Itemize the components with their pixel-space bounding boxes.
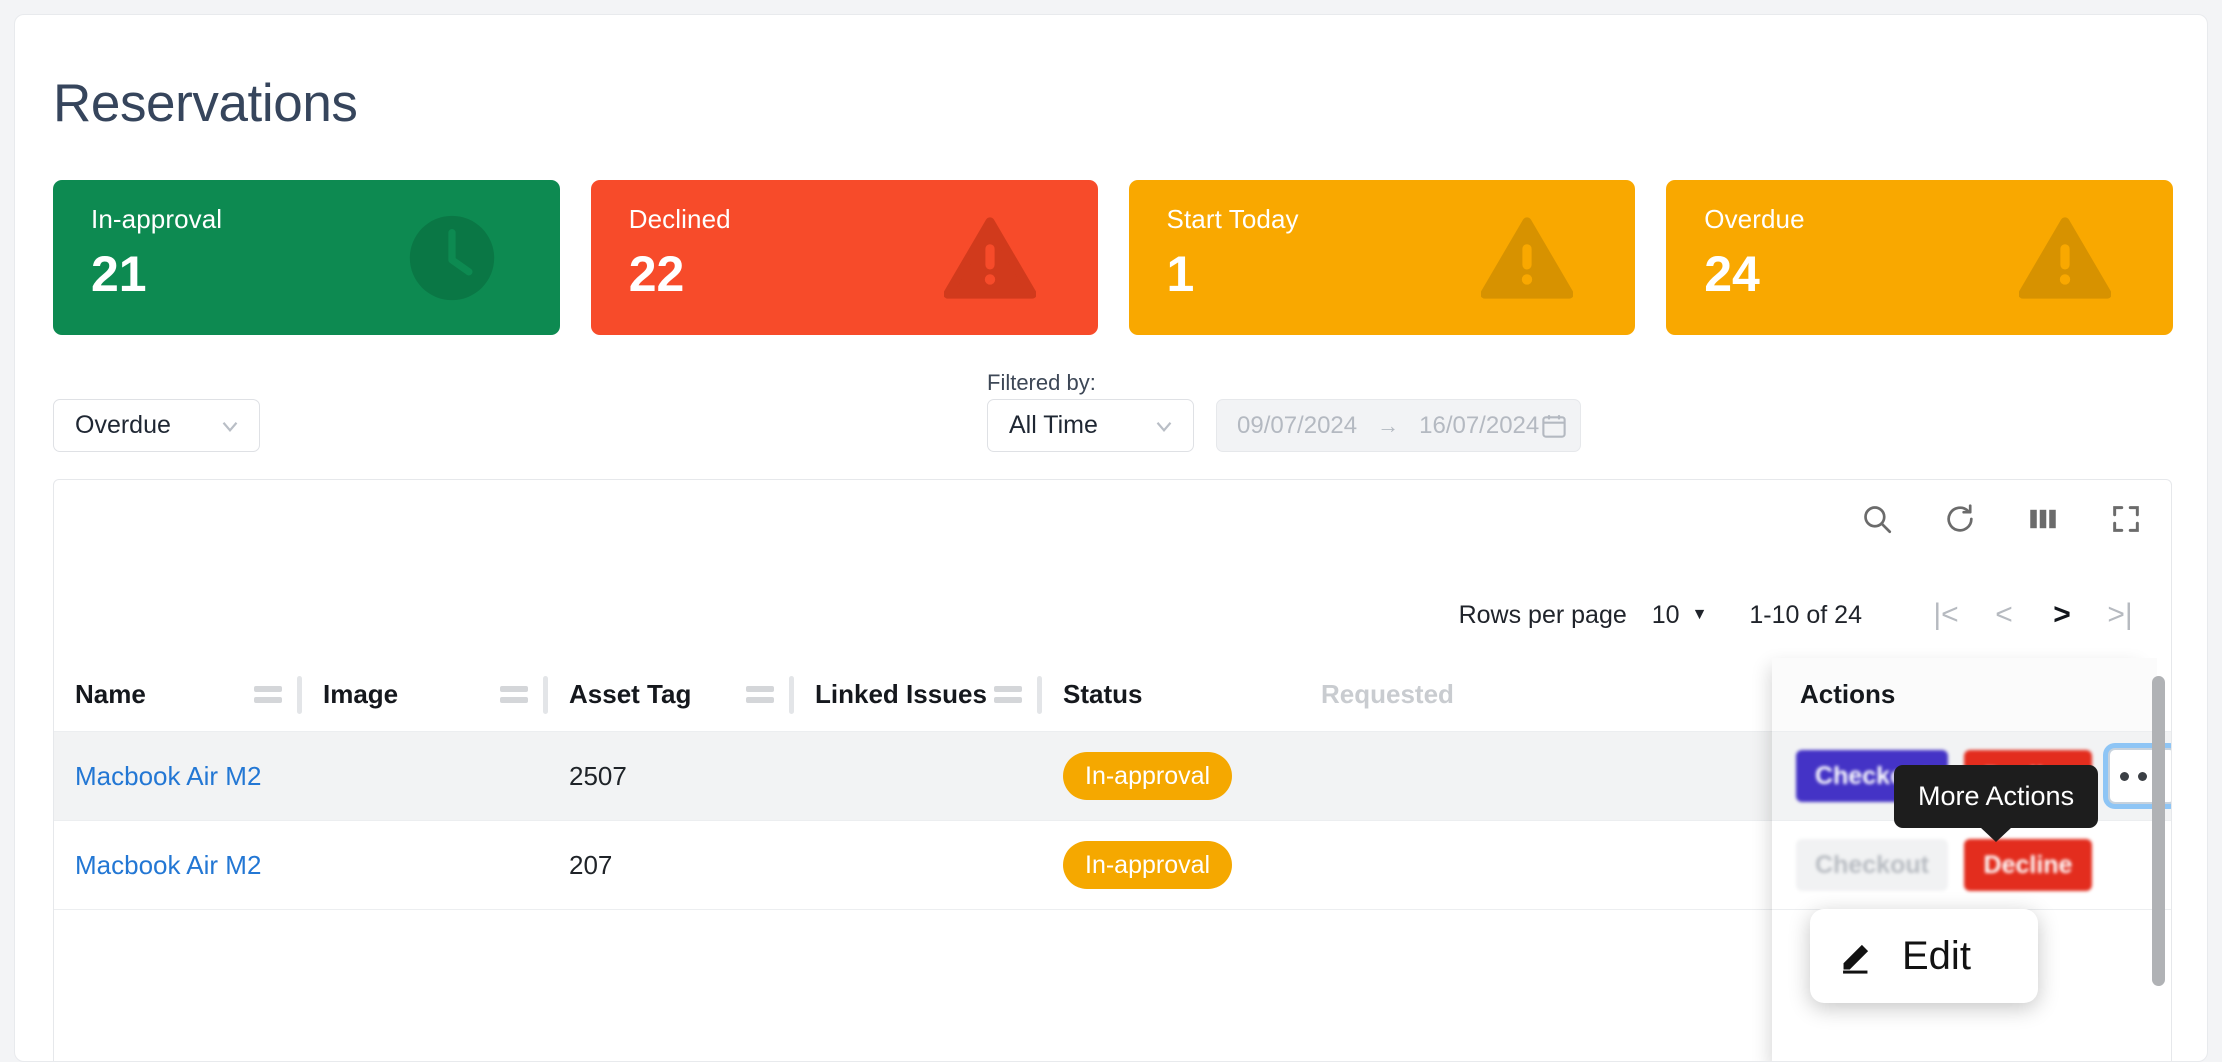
search-icon[interactable] — [1860, 502, 1894, 536]
column-header-status[interactable]: Status — [1042, 658, 1300, 731]
status-badge: In-approval — [1063, 752, 1232, 800]
column-header-image[interactable]: Image — [302, 658, 548, 731]
column-header-label: Status — [1063, 679, 1142, 710]
rows-per-page-label: Rows per page — [1459, 601, 1627, 630]
cell-asset-tag: 2507 — [548, 732, 794, 820]
cell-asset-tag: 207 — [548, 821, 794, 909]
table-vertical-scrollbar[interactable] — [2152, 666, 2165, 1062]
page-title: Reservations — [53, 77, 358, 130]
column-header-linked-issues[interactable]: Linked Issues — [794, 658, 1042, 731]
cell-status: In-approval — [1042, 732, 1300, 820]
pagination-bar: Rows per page 10 ▼ 1-10 of 24 |< < > >| — [1459, 592, 2149, 638]
cell-image — [302, 732, 548, 820]
prev-page-icon[interactable]: < — [1975, 592, 2033, 638]
time-filter-value: All Time — [1009, 411, 1098, 440]
status-filter-value: Overdue — [75, 411, 171, 440]
stat-card-overdue[interactable]: Overdue 24 — [1666, 180, 2173, 335]
column-header-label: Asset Tag — [569, 679, 691, 710]
refresh-icon[interactable] — [1943, 502, 1977, 536]
cell-image — [302, 821, 548, 909]
row-name-link[interactable]: Macbook Air M2 — [75, 850, 261, 881]
column-header-requested[interactable]: Requested — [1300, 658, 1600, 731]
column-menu-icon[interactable] — [500, 686, 528, 703]
rows-per-page-select[interactable]: 10 ▼ — [1652, 601, 1708, 630]
date-range-picker[interactable]: 09/07/2024 → 16/07/2024 — [1216, 399, 1581, 452]
cell-status: In-approval — [1042, 821, 1300, 909]
cell-name: Macbook Air M2 — [54, 732, 302, 820]
filter-row: Overdue Filtered by: All Time 09/07/2024… — [53, 370, 2173, 465]
stat-card-value: 24 — [1704, 249, 2173, 299]
column-menu-icon[interactable] — [994, 686, 1022, 703]
rows-per-page-value: 10 — [1652, 601, 1680, 630]
column-menu-icon[interactable] — [746, 686, 774, 703]
column-header-label: Name — [75, 679, 146, 710]
pagination-range: 1-10 of 24 — [1749, 601, 1862, 630]
context-menu-item-label: Edit — [1902, 934, 1971, 979]
cell-linked-issues — [794, 821, 1042, 909]
table-toolbar — [1860, 502, 2143, 536]
stat-card-value: 22 — [629, 249, 1098, 299]
cell-requested — [1300, 732, 1600, 820]
time-filter-select[interactable]: All Time — [987, 399, 1194, 452]
more-actions-tooltip: More Actions — [1894, 765, 2098, 828]
stat-card-label: In-approval — [91, 206, 560, 232]
column-header-label: Linked Issues — [815, 679, 987, 710]
page-card: Reservations In-approval 21 Declined 22 … — [14, 14, 2208, 1062]
stats-row: In-approval 21 Declined 22 Start Today 1… — [53, 180, 2173, 335]
checkout-button[interactable]: Checkout — [1796, 839, 1948, 891]
status-filter-select[interactable]: Overdue — [53, 399, 260, 452]
caret-down-icon: ▼ — [1692, 606, 1708, 624]
chevron-down-icon — [217, 413, 243, 439]
cell-linked-issues — [794, 732, 1042, 820]
pencil-icon — [1838, 937, 1876, 975]
stat-card-label: Overdue — [1704, 206, 2173, 232]
column-menu-icon[interactable] — [254, 686, 282, 703]
row-actions: Checkout Decline — [1772, 821, 2157, 910]
stat-card-in-approval[interactable]: In-approval 21 — [53, 180, 560, 335]
row-name-link[interactable]: Macbook Air M2 — [75, 761, 261, 792]
context-menu[interactable]: Edit — [1810, 909, 2038, 1003]
stat-card-value: 21 — [91, 249, 560, 299]
column-header-label: Requested — [1321, 679, 1454, 710]
stat-card-label: Start Today — [1167, 206, 1636, 232]
fullscreen-icon[interactable] — [2109, 502, 2143, 536]
cell-name: Macbook Air M2 — [54, 821, 302, 909]
stat-card-start-today[interactable]: Start Today 1 — [1129, 180, 1636, 335]
column-header-label: Image — [323, 679, 398, 710]
stat-card-declined[interactable]: Declined 22 — [591, 180, 1098, 335]
scrollbar-thumb[interactable] — [2152, 676, 2165, 986]
stat-card-label: Declined — [629, 206, 1098, 232]
date-range-start: 09/07/2024 — [1237, 412, 1357, 440]
chevron-down-icon — [1151, 413, 1177, 439]
cell-requested — [1300, 821, 1600, 909]
column-header-asset-tag[interactable]: Asset Tag — [548, 658, 794, 731]
first-page-icon[interactable]: |< — [1917, 592, 1975, 638]
last-page-icon[interactable]: >| — [2091, 592, 2149, 638]
next-page-icon[interactable]: > — [2033, 592, 2091, 638]
columns-icon[interactable] — [2026, 502, 2060, 536]
stat-card-value: 1 — [1167, 249, 1636, 299]
column-header-actions[interactable]: Actions — [1772, 658, 2157, 732]
status-badge: In-approval — [1063, 841, 1232, 889]
decline-button[interactable]: Decline — [1964, 839, 2092, 891]
date-range-end: 16/07/2024 — [1419, 412, 1539, 440]
calendar-icon — [1539, 411, 1569, 441]
filtered-by-label: Filtered by: — [987, 370, 1096, 396]
date-range-separator: → — [1377, 413, 1399, 439]
column-header-name[interactable]: Name — [54, 658, 302, 731]
